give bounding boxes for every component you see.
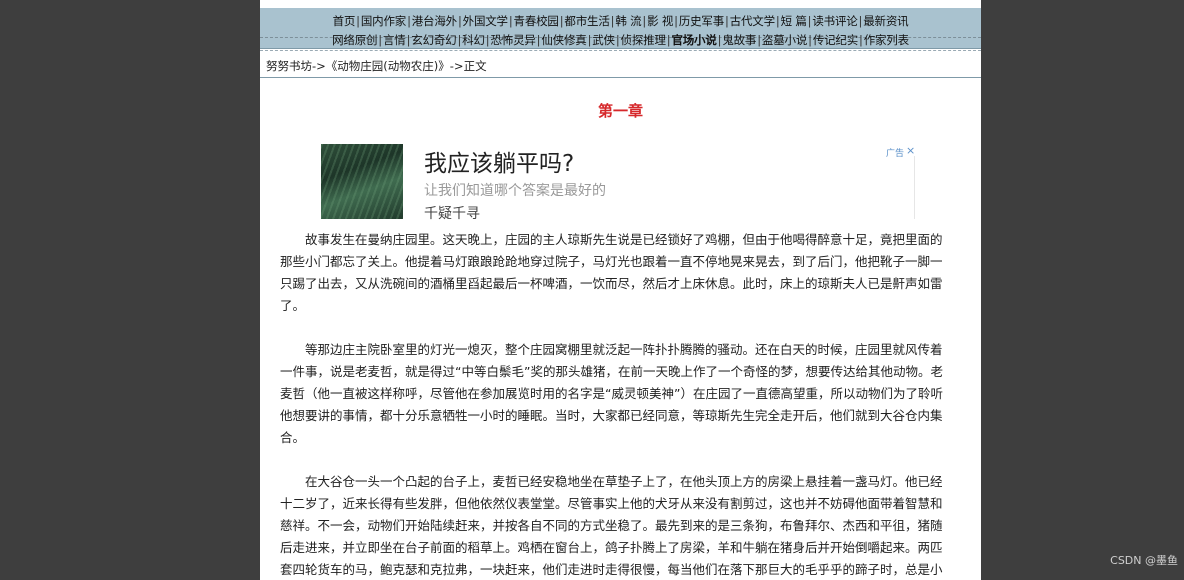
paragraph: 在大谷仓一头一个凸起的台子上，麦哲已经安稳地坐在草垫子上了，在他头顶上方的房梁上… <box>280 474 943 577</box>
top-navigation: 首页|国内作家|港台海外|外国文学|青春校园|都市生活|韩 流|影 视|历史军事… <box>260 8 981 49</box>
ad-subtitle[interactable]: 让我们知道哪个答案是最好的 <box>424 180 606 200</box>
chapter-title: 第一章 <box>597 102 643 120</box>
watermark: CSDN @墨鱼 <box>1110 554 1178 567</box>
paragraph: 故事发生在曼纳庄园里。这天晚上，庄园的主人琼斯先生说是已经锁好了鸡棚，但由于他喝… <box>280 232 943 313</box>
nav-link[interactable]: 作家列表 <box>864 33 909 47</box>
nav-link[interactable]: 传记纪实 <box>813 33 858 47</box>
nav-link[interactable]: 武侠 <box>592 33 615 47</box>
nav-link[interactable]: 鬼故事 <box>722 33 756 47</box>
nav-link[interactable]: 侦探推理 <box>621 33 666 47</box>
chapter-content: 故事发生在曼纳庄园里。这天晚上，庄园的主人琼斯先生说是已经锁好了鸡棚，但由于他喝… <box>280 229 952 580</box>
nav-link[interactable]: 国内作家 <box>361 14 406 28</box>
nav-link[interactable]: 青春校园 <box>514 14 559 28</box>
nav-row-2: 网络原创|言情|玄幻奇幻|科幻|恐怖灵异|仙侠修真|武侠|侦探推理|官场小说|鬼… <box>260 32 981 48</box>
nav-link[interactable]: 都市生活 <box>564 14 609 28</box>
ad-image[interactable] <box>321 144 403 219</box>
breadcrumb-site-link[interactable]: 努努书坊 <box>266 59 312 73</box>
breadcrumb-current: 正文 <box>463 59 487 73</box>
nav-link[interactable]: 最新资讯 <box>863 14 908 28</box>
nav-link[interactable]: 读书评论 <box>812 14 857 28</box>
nav-link[interactable]: 韩 流 <box>615 14 641 28</box>
nav-link[interactable]: 恐怖灵异 <box>490 33 535 47</box>
ad-title[interactable]: 我应该躺平吗? <box>424 144 574 178</box>
paragraph: 等那边庄主院卧室里的灯光一熄灭，整个庄园窝棚里就泛起一阵扑扑腾腾的骚动。还在白天… <box>280 342 943 445</box>
breadcrumb-arrow: -> <box>312 59 326 73</box>
breadcrumb-book-link[interactable]: 《动物庄园(动物农庄)》 <box>326 59 450 73</box>
close-icon[interactable]: × <box>906 144 915 157</box>
nav-link[interactable]: 古代文学 <box>730 14 775 28</box>
ad-divider <box>914 156 915 219</box>
nav-link[interactable]: 网络原创 <box>332 33 377 47</box>
nav-link[interactable]: 历史军事 <box>679 14 724 28</box>
nav-link[interactable]: 港台海外 <box>412 14 457 28</box>
breadcrumb: 努努书坊->《动物庄园(动物农庄)》->正文 <box>266 58 487 74</box>
nav-link[interactable]: 言情 <box>383 33 406 47</box>
nav-link[interactable]: 盗墓小说 <box>762 33 807 47</box>
nav-link[interactable]: 科幻 <box>462 33 485 47</box>
nav-link[interactable]: 外国文学 <box>463 14 508 28</box>
breadcrumb-arrow: -> <box>449 59 464 73</box>
nav-link[interactable]: 首页 <box>333 14 356 28</box>
divider <box>260 50 981 52</box>
ad-brand[interactable]: 千疑千寻 <box>424 203 480 223</box>
nav-row-1: 首页|国内作家|港台海外|外国文学|青春校园|都市生活|韩 流|影 视|历史军事… <box>260 13 981 29</box>
nav-link[interactable]: 仙侠修真 <box>541 33 586 47</box>
nav-link[interactable]: 玄幻奇幻 <box>411 33 456 47</box>
ad-label: 广告 <box>886 149 905 159</box>
nav-link[interactable]: 短 篇 <box>781 14 807 28</box>
nav-link[interactable]: 影 视 <box>647 14 673 28</box>
ad-banner[interactable]: 我应该躺平吗? 让我们知道哪个答案是最好的 千疑千寻 广告 × <box>321 144 917 222</box>
divider <box>260 77 981 78</box>
nav-link[interactable]: 官场小说 <box>671 33 716 47</box>
page: 首页|国内作家|港台海外|外国文学|青春校园|都市生活|韩 流|影 视|历史军事… <box>260 0 981 580</box>
